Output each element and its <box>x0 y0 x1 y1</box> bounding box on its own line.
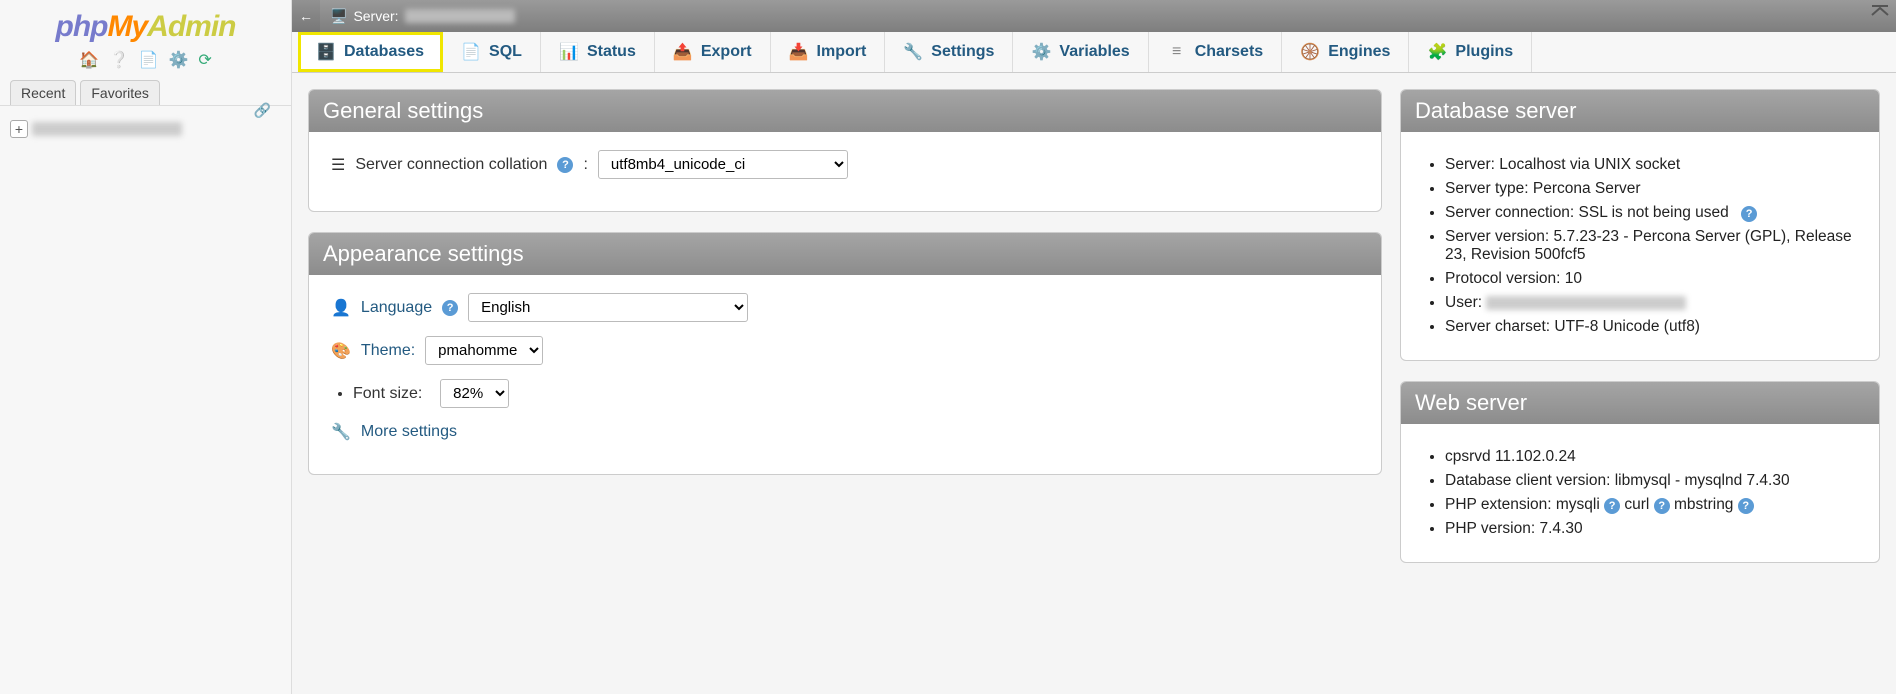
main: ← 🖥️ Server: 🗄️ Databases 📄 SQL 📊 Status 📤 Expo… <box>292 0 1896 694</box>
help-icon[interactable]: ? <box>1654 498 1670 514</box>
theme-select[interactable]: pmahomme <box>425 336 543 365</box>
fontsize-select[interactable]: 82% <box>440 379 509 408</box>
status-icon: 📊 <box>559 42 579 62</box>
logo-part-admin: Admin <box>147 10 235 43</box>
database-server-panel: Database server Server: Localhost via UN… <box>1400 89 1880 361</box>
collation-label: Server connection collation <box>355 156 547 174</box>
sidebar-tab-favorites[interactable]: Favorites <box>80 80 160 105</box>
tab-status[interactable]: 📊 Status <box>541 32 655 72</box>
sidebar-quick-icons: 🏠 ❔ 📄 ⚙️ ⟳ <box>0 50 291 70</box>
user-blurred <box>1486 296 1686 310</box>
breadcrumb-server-name-blurred <box>405 9 515 23</box>
colon: : <box>583 156 587 174</box>
reload-icon[interactable]: ⟳ <box>198 52 211 69</box>
tab-export[interactable]: 📤 Export <box>655 32 771 72</box>
tab-variables[interactable]: ⚙️ Variables <box>1013 32 1148 72</box>
tab-import[interactable]: 📥 Import <box>771 32 886 72</box>
db-server-item: Server charset: UTF-8 Unicode (utf8) <box>1445 318 1857 336</box>
export-icon: 📤 <box>673 42 693 62</box>
engines-icon: 🛞 <box>1300 42 1320 62</box>
web-server-panel: Web server cpsrvd 11.102.0.24 Database cl… <box>1400 381 1880 563</box>
help-icon[interactable]: ? <box>442 300 458 316</box>
back-button[interactable]: ← <box>292 0 320 32</box>
tab-label: Plugins <box>1455 43 1513 61</box>
charsets-icon: ≡ <box>1167 43 1187 61</box>
db-name-blurred[interactable] <box>32 122 182 136</box>
web-server-item: PHP extension: mysqli ? curl ? mbstring … <box>1445 496 1857 514</box>
tab-databases[interactable]: 🗄️ Databases <box>298 32 443 72</box>
server-icon: 🖥️ <box>330 8 347 25</box>
expand-icon[interactable]: + <box>10 120 28 138</box>
fontsize-label: Font size: <box>353 385 422 402</box>
help-icon[interactable]: ? <box>1738 498 1754 514</box>
help-icon[interactable]: ? <box>1741 206 1757 222</box>
sidebar-tab-recent[interactable]: Recent <box>10 80 76 105</box>
help-icon[interactable]: ? <box>1604 498 1620 514</box>
db-server-item: Server type: Percona Server <box>1445 180 1857 198</box>
plugins-icon: 🧩 <box>1427 42 1447 62</box>
db-server-item: Protocol version: 10 <box>1445 270 1857 288</box>
db-tree: + <box>0 106 291 152</box>
tab-label: Status <box>587 43 636 61</box>
language-icon: 👤 <box>331 298 351 318</box>
panel-title: Database server <box>1401 90 1879 132</box>
tab-label: Variables <box>1059 43 1129 61</box>
collation-icon: ☰ <box>331 155 345 175</box>
web-server-item: cpsrvd 11.102.0.24 <box>1445 448 1857 466</box>
tab-plugins[interactable]: 🧩 Plugins <box>1409 32 1532 72</box>
db-server-item: User: <box>1445 294 1857 312</box>
tabbar: 🗄️ Databases 📄 SQL 📊 Status 📤 Export 📥 Import 🔧 Set… <box>292 32 1896 73</box>
theme-label: Theme: <box>361 342 415 360</box>
db-server-item: Server: Localhost via UNIX socket <box>1445 156 1857 174</box>
theme-icon: 🎨 <box>331 341 351 361</box>
general-settings-panel: General settings ☰ Server connection col… <box>308 89 1382 212</box>
breadcrumb-server-label: Server: <box>353 8 398 24</box>
wrench-icon: 🔧 <box>331 422 351 442</box>
home-icon[interactable]: 🏠 <box>79 52 99 69</box>
language-label: Language <box>361 299 432 317</box>
db-server-item: Server connection: SSL is not being used… <box>1445 204 1857 222</box>
tab-label: Settings <box>931 43 994 61</box>
panel-title: Appearance settings <box>309 233 1381 275</box>
databases-icon: 🗄️ <box>316 42 336 62</box>
language-select[interactable]: English <box>468 293 748 322</box>
collapse-icon[interactable] <box>1870 4 1890 18</box>
sql-icon: 📄 <box>461 42 481 62</box>
sidebar-tabs: Recent Favorites <box>0 80 291 106</box>
logout-icon[interactable]: ❔ <box>109 52 129 69</box>
web-server-item: Database client version: libmysql - mysq… <box>1445 472 1857 490</box>
tab-label: SQL <box>489 43 522 61</box>
panel-title: Web server <box>1401 382 1879 424</box>
breadcrumb: 🖥️ Server: <box>330 8 515 25</box>
tab-label: Import <box>817 43 867 61</box>
panel-title: General settings <box>309 90 1381 132</box>
variables-icon: ⚙️ <box>1031 42 1051 62</box>
content: General settings ☰ Server connection col… <box>292 73 1896 694</box>
tab-settings[interactable]: 🔧 Settings <box>885 32 1013 72</box>
sidebar: phpMyAdmin 🏠 ❔ 📄 ⚙️ ⟳ Recent Favorites 🔗… <box>0 0 292 694</box>
tab-label: Engines <box>1328 43 1390 61</box>
tab-engines[interactable]: 🛞 Engines <box>1282 32 1409 72</box>
logo: phpMyAdmin <box>0 10 291 44</box>
topbar: ← 🖥️ Server: <box>292 0 1896 32</box>
appearance-settings-panel: Appearance settings 👤 Language ? English… <box>308 232 1382 475</box>
settings-icon: 🔧 <box>903 42 923 62</box>
tab-label: Charsets <box>1195 43 1263 61</box>
docs-icon[interactable]: 📄 <box>139 52 159 69</box>
settings-icon[interactable]: ⚙️ <box>169 52 189 69</box>
tab-sql[interactable]: 📄 SQL <box>443 32 541 72</box>
help-icon[interactable]: ? <box>557 157 573 173</box>
db-server-item: Server version: 5.7.23-23 - Percona Serv… <box>1445 228 1857 264</box>
tab-label: Export <box>701 43 752 61</box>
logo-part-my: My <box>107 10 147 43</box>
more-settings-link[interactable]: More settings <box>361 423 457 441</box>
web-server-item: PHP version: 7.4.30 <box>1445 520 1857 538</box>
collation-select[interactable]: utf8mb4_unicode_ci <box>598 150 848 179</box>
tab-charsets[interactable]: ≡ Charsets <box>1149 32 1282 72</box>
tab-label: Databases <box>344 43 424 61</box>
logo-part-php: php <box>56 10 108 43</box>
link-icon[interactable]: 🔗 <box>254 102 271 119</box>
import-icon: 📥 <box>789 42 809 62</box>
